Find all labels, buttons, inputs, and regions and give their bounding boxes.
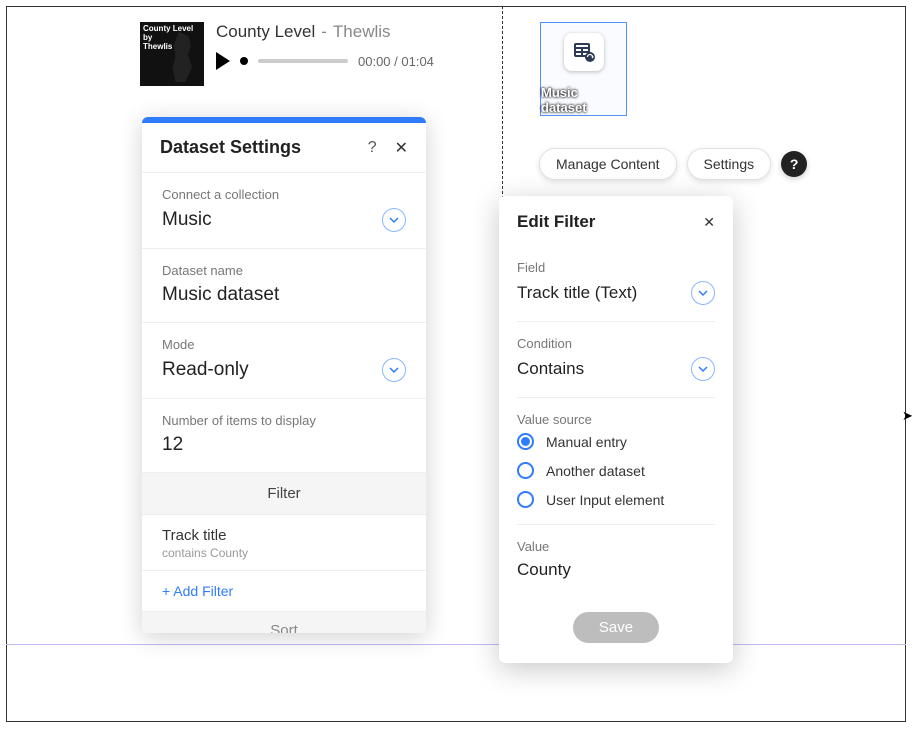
play-icon[interactable] [216, 52, 230, 70]
count-section: Number of items to display 12 [142, 398, 426, 472]
value-label: Value [517, 539, 715, 554]
radio-manual-entry[interactable]: Manual entry [517, 433, 715, 450]
track-title: County Level [216, 22, 315, 42]
player-meta: County Level - Thewlis 00:00 / 01:04 [216, 22, 460, 86]
chevron-down-icon [698, 288, 708, 298]
edit-filter-panel: Edit Filter ✕ Field Track title (Text) C… [499, 196, 733, 663]
field-label: Field [517, 260, 715, 275]
radio-icon [517, 433, 534, 450]
dataset-icon [564, 33, 604, 71]
help-button[interactable]: ? [781, 151, 807, 177]
progress-bar[interactable] [258, 59, 348, 63]
mode-dropdown[interactable] [382, 358, 406, 382]
source-label: Value source [517, 412, 715, 427]
add-filter-button[interactable]: + Add Filter [142, 570, 426, 611]
condition-section: Condition Contains [517, 322, 715, 398]
horizontal-divider [6, 644, 906, 645]
value-input[interactable]: County [517, 560, 715, 580]
table-icon [572, 40, 596, 64]
radio-label: Manual entry [546, 434, 627, 450]
field-value: Track title (Text) [517, 283, 637, 303]
mode-label: Mode [162, 337, 406, 352]
cursor-icon: ➤ [902, 408, 913, 424]
radio-user-input[interactable]: User Input element [517, 491, 715, 508]
radio-label: Another dataset [546, 463, 645, 479]
name-value[interactable]: Music dataset [162, 284, 406, 306]
radio-icon [517, 462, 534, 479]
help-icon[interactable]: ? [368, 139, 377, 157]
sort-header: Sort [142, 611, 426, 633]
radio-icon [517, 491, 534, 508]
track-artist: Thewlis [333, 22, 391, 42]
close-icon[interactable]: ✕ [395, 138, 408, 158]
audio-player: County Level by Thewlis County Level - T… [140, 22, 460, 86]
condition-value: Contains [517, 359, 584, 379]
time-display: 00:00 / 01:04 [358, 54, 434, 69]
chevron-down-icon [389, 215, 399, 225]
condition-label: Condition [517, 336, 715, 351]
connect-collection-section: Connect a collection Music [142, 172, 426, 248]
chevron-down-icon [698, 364, 708, 374]
toolbar: Manage Content Settings ? [539, 148, 807, 180]
name-label: Dataset name [162, 263, 406, 278]
album-art: County Level by Thewlis [140, 22, 204, 86]
progress-handle[interactable] [240, 57, 248, 65]
dataset-node-label: Music dataset [541, 85, 626, 115]
mode-section: Mode Read-only [142, 322, 426, 398]
connect-value: Music [162, 209, 212, 231]
edit-filter-title: Edit Filter [517, 212, 595, 232]
value-section: Value County [517, 525, 715, 596]
field-dropdown[interactable] [691, 281, 715, 305]
mode-value: Read-only [162, 359, 249, 381]
title-dash: - [321, 22, 327, 42]
radio-label: User Input element [546, 492, 664, 508]
save-button[interactable]: Save [573, 612, 659, 643]
condition-dropdown[interactable] [691, 357, 715, 381]
close-icon[interactable]: ✕ [703, 214, 715, 231]
manage-content-button[interactable]: Manage Content [539, 148, 677, 180]
chevron-down-icon [389, 365, 399, 375]
filter-header: Filter [142, 472, 426, 514]
field-section: Field Track title (Text) [517, 246, 715, 322]
settings-button[interactable]: Settings [687, 148, 772, 180]
dataset-name-section: Dataset name Music dataset [142, 248, 426, 322]
radio-another-dataset[interactable]: Another dataset [517, 462, 715, 479]
canvas-border [6, 6, 906, 722]
count-value[interactable]: 12 [162, 434, 406, 456]
filter-item-field: Track title [162, 527, 406, 544]
panel-title: Dataset Settings [160, 137, 368, 158]
value-source-section: Value source Manual entry Another datase… [517, 398, 715, 525]
filter-item[interactable]: Track title contains County [142, 514, 426, 570]
count-label: Number of items to display [162, 413, 406, 428]
filter-item-desc: contains County [162, 546, 406, 560]
dataset-settings-panel: Dataset Settings ? ✕ Connect a collectio… [142, 117, 426, 633]
connect-label: Connect a collection [162, 187, 406, 202]
connect-dropdown[interactable] [382, 208, 406, 232]
dataset-canvas-node[interactable]: Music dataset [540, 22, 627, 116]
